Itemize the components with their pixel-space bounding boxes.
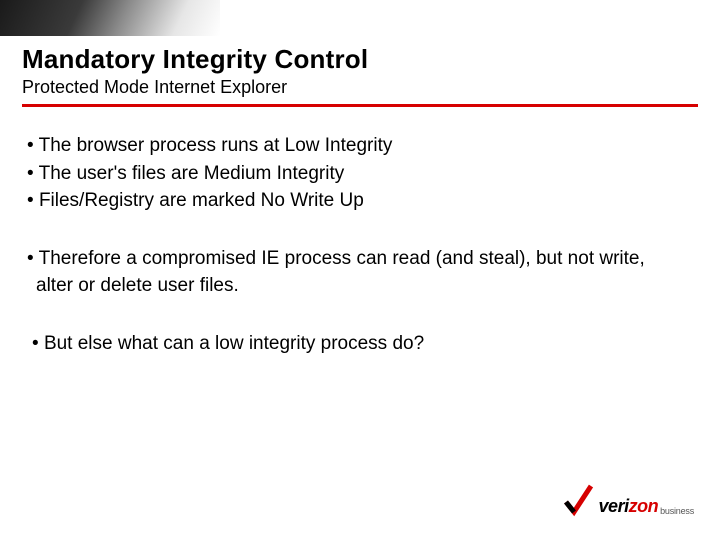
logo-text-part2: zon	[629, 496, 659, 517]
bullet-group: Therefore a compromised IE process can r…	[22, 245, 680, 300]
bullet-item: The browser process runs at Low Integrit…	[22, 132, 680, 160]
logo-text-suffix: business	[660, 506, 694, 518]
bullet-item: But else what can a low integrity proces…	[22, 330, 680, 358]
verizon-check-icon	[563, 484, 595, 518]
bullet-item: Therefore a compromised IE process can r…	[22, 245, 680, 300]
slide-content: The browser process runs at Low Integrit…	[22, 132, 680, 387]
logo-wordmark: verizon business	[599, 496, 694, 518]
verizon-business-logo: verizon business	[563, 484, 694, 518]
slide-subtitle: Protected Mode Internet Explorer	[22, 77, 698, 98]
slide-title: Mandatory Integrity Control	[22, 44, 698, 75]
bullet-item: The user's files are Medium Integrity	[22, 160, 680, 188]
title-underline	[22, 104, 698, 107]
title-block: Mandatory Integrity Control Protected Mo…	[22, 44, 698, 107]
top-accent-gradient	[0, 0, 220, 36]
bullet-group: But else what can a low integrity proces…	[22, 330, 680, 358]
bullet-group: The browser process runs at Low Integrit…	[22, 132, 680, 215]
bullet-item: Files/Registry are marked No Write Up	[22, 187, 680, 215]
logo-text-part1: veri	[599, 496, 629, 517]
